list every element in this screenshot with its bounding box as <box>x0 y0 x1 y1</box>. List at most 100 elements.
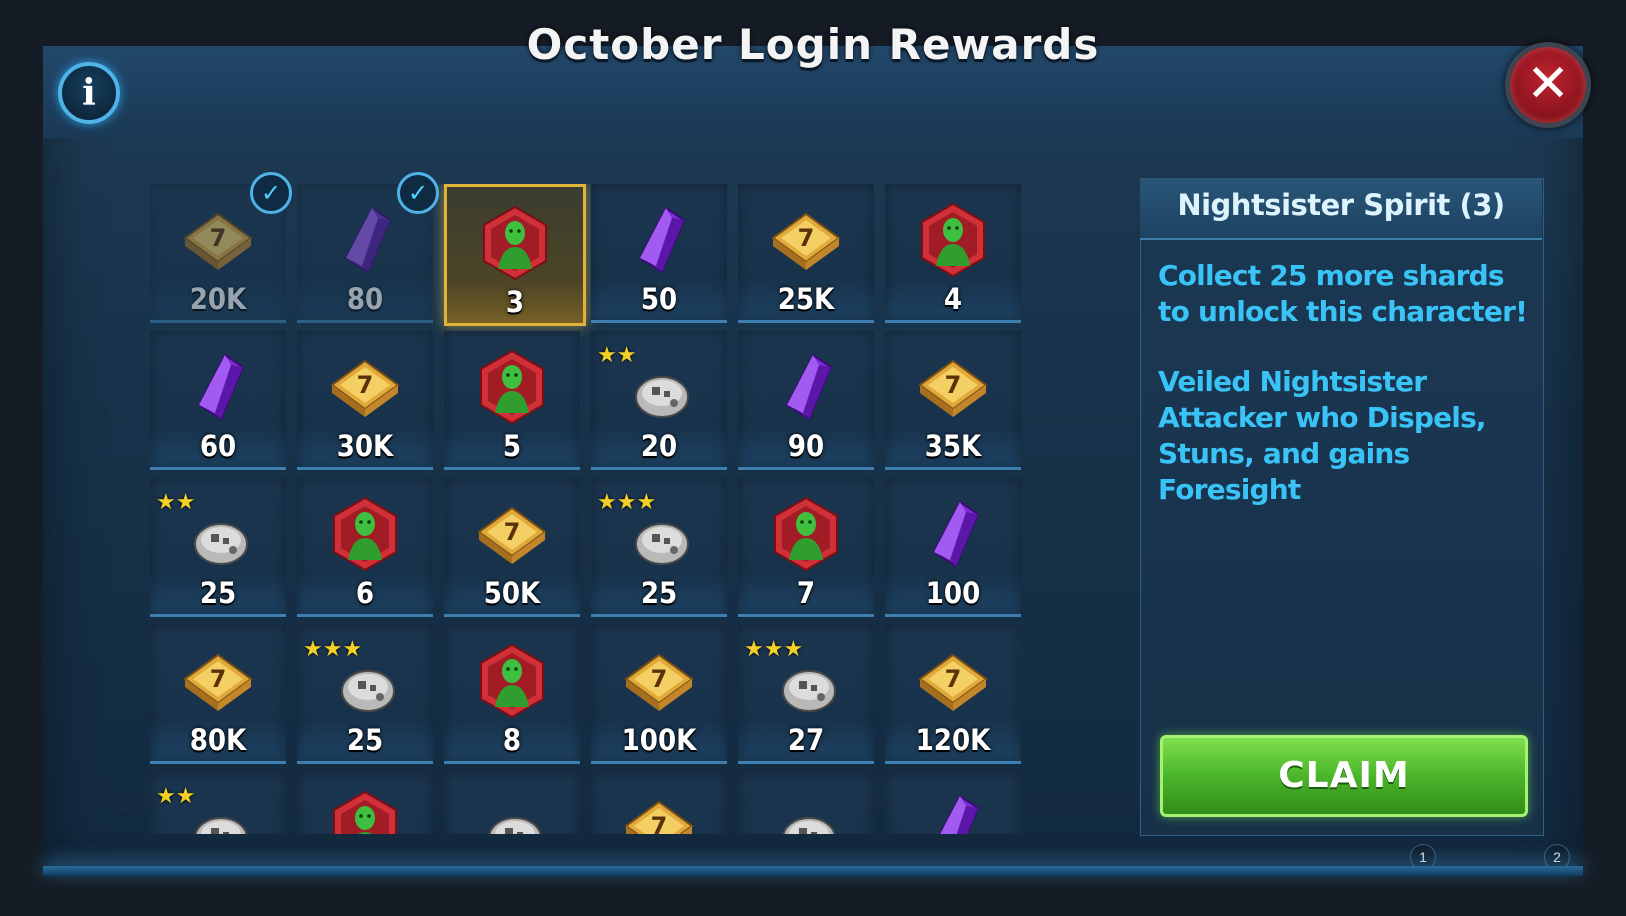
svg-text:7: 7 <box>945 665 962 693</box>
reward-detail-text-1: Collect 25 more shards to unlock this ch… <box>1158 259 1528 328</box>
reward-quantity: 80 <box>346 282 384 316</box>
svg-text:7: 7 <box>504 518 521 546</box>
reward-quantity: 25K <box>777 282 835 316</box>
reward-quantity: 100 <box>925 576 981 610</box>
credits-icon: 7 <box>183 212 253 270</box>
crystals-icon <box>638 206 686 274</box>
credits-icon: 7 <box>624 800 694 834</box>
droid-icon <box>488 817 542 834</box>
svg-text:7: 7 <box>798 224 815 252</box>
star-rating-icon: ★★ <box>156 784 196 809</box>
reward-quantity: 20K <box>189 282 247 316</box>
reward-tile-crystals[interactable]: 50 <box>591 184 727 323</box>
reward-tile-crystals[interactable]: 100 <box>885 478 1021 617</box>
reward-quantity: 25 <box>346 723 384 757</box>
reward-quantity: 6 <box>355 576 375 610</box>
shard-icon <box>480 349 544 425</box>
reward-quantity: 5 <box>502 429 522 463</box>
close-icon[interactable]: ✕ <box>1505 42 1591 128</box>
crystals-icon <box>932 500 980 568</box>
reward-tile-droid[interactable]: ★★★ 25 <box>297 625 433 764</box>
reward-tile-droid[interactable] <box>738 772 874 834</box>
droid-icon <box>782 817 836 834</box>
reward-quantity: 120K <box>915 723 991 757</box>
reward-quantity: 3 <box>505 285 525 319</box>
svg-text:7: 7 <box>357 371 374 399</box>
shard-icon <box>333 790 397 834</box>
credits-icon: 7 <box>330 359 400 417</box>
reward-tile-crystals[interactable]: 60 <box>150 331 286 470</box>
reward-tile-credits[interactable]: 7 <box>591 772 727 834</box>
claim-button[interactable]: CLAIM <box>1160 735 1528 817</box>
reward-detail-title: Nightsister Spirit (3) <box>1177 188 1505 222</box>
page-title: October Login Rewards <box>526 20 1100 69</box>
reward-quantity: 50 <box>640 282 678 316</box>
reward-tile-droid[interactable]: ★★★ 27 <box>738 625 874 764</box>
credits-icon: 7 <box>183 653 253 711</box>
credits-icon: 7 <box>477 506 547 564</box>
svg-text:7: 7 <box>210 224 227 252</box>
star-rating-icon: ★★ <box>156 490 196 515</box>
reward-tile-credits[interactable]: 7 80K <box>150 625 286 764</box>
svg-text:7: 7 <box>210 665 227 693</box>
claimed-check-icon: ✓ <box>397 172 439 214</box>
reward-tile-shard[interactable]: 3 <box>444 184 586 326</box>
shard-icon <box>774 496 838 572</box>
credits-icon: 7 <box>624 653 694 711</box>
reward-quantity: 4 <box>943 282 963 316</box>
reward-quantity: 80K <box>189 723 247 757</box>
svg-text:7: 7 <box>651 812 668 834</box>
panel-bottom-glow <box>43 866 1583 876</box>
reward-tile-droid[interactable]: ★★ <box>150 772 286 834</box>
reward-tile-shard[interactable]: 5 <box>444 331 580 470</box>
reward-quantity: 27 <box>787 723 825 757</box>
reward-detail-text-2: Veiled Nightsister Attacker who Dispels,… <box>1158 365 1487 506</box>
reward-tile-shard[interactable]: 6 <box>297 478 433 617</box>
reward-quantity: 50K <box>483 576 541 610</box>
shard-icon <box>921 202 985 278</box>
crystals-icon <box>785 353 833 421</box>
reward-quantity: 25 <box>640 576 678 610</box>
reward-tile-crystals[interactable]: 90 <box>738 331 874 470</box>
reward-tile-shard[interactable]: 8 <box>444 625 580 764</box>
credits-icon: 7 <box>918 653 988 711</box>
reward-quantity: 8 <box>502 723 522 757</box>
reward-tile-shard[interactable] <box>297 772 433 834</box>
reward-tile-droid[interactable]: ★★★ 25 <box>591 478 727 617</box>
info-icon[interactable]: i <box>58 62 120 124</box>
reward-quantity: 35K <box>924 429 982 463</box>
svg-text:7: 7 <box>651 665 668 693</box>
reward-tile-crystals[interactable] <box>885 772 1021 834</box>
reward-quantity: 90 <box>787 429 825 463</box>
rewards-grid: 7 20K 80 3 50 7 25K 4 60 7 30K 5 ★★ 20 90 7 35K ★★ 25 6 7 50K… <box>150 184 1050 834</box>
reward-quantity: 100K <box>621 723 697 757</box>
credits-icon: 7 <box>771 212 841 270</box>
reward-tile-credits[interactable]: 7 50K <box>444 478 580 617</box>
reward-tile-credits[interactable]: 7 30K <box>297 331 433 470</box>
crystals-icon <box>344 206 392 274</box>
shard-icon <box>483 205 547 281</box>
credits-icon: 7 <box>918 359 988 417</box>
reward-tile-droid[interactable]: ★★ 20 <box>591 331 727 470</box>
claimed-check-icon: ✓ <box>250 172 292 214</box>
reward-quantity: 60 <box>199 429 237 463</box>
reward-tile-credits[interactable]: 7 100K <box>591 625 727 764</box>
reward-tile-credits[interactable]: 7 35K <box>885 331 1021 470</box>
crystals-icon <box>939 794 980 834</box>
svg-text:7: 7 <box>945 371 962 399</box>
reward-quantity: 30K <box>336 429 394 463</box>
shard-icon <box>333 496 397 572</box>
reward-tile-credits[interactable]: 7 120K <box>885 625 1021 764</box>
reward-tile-credits[interactable]: 7 25K <box>738 184 874 323</box>
reward-tile-shard[interactable]: 4 <box>885 184 1021 323</box>
reward-quantity: 20 <box>640 429 678 463</box>
reward-quantity: 7 <box>796 576 816 610</box>
crystals-icon <box>197 353 245 421</box>
star-rating-icon: ★★★ <box>303 637 363 662</box>
star-rating-icon: ★★ <box>597 343 637 368</box>
reward-tile-droid[interactable]: ★★ 25 <box>150 478 286 617</box>
star-rating-icon: ★★★ <box>744 637 804 662</box>
reward-tile-shard[interactable]: 7 <box>738 478 874 617</box>
shard-icon <box>480 643 544 719</box>
reward-tile-droid[interactable] <box>444 772 580 834</box>
